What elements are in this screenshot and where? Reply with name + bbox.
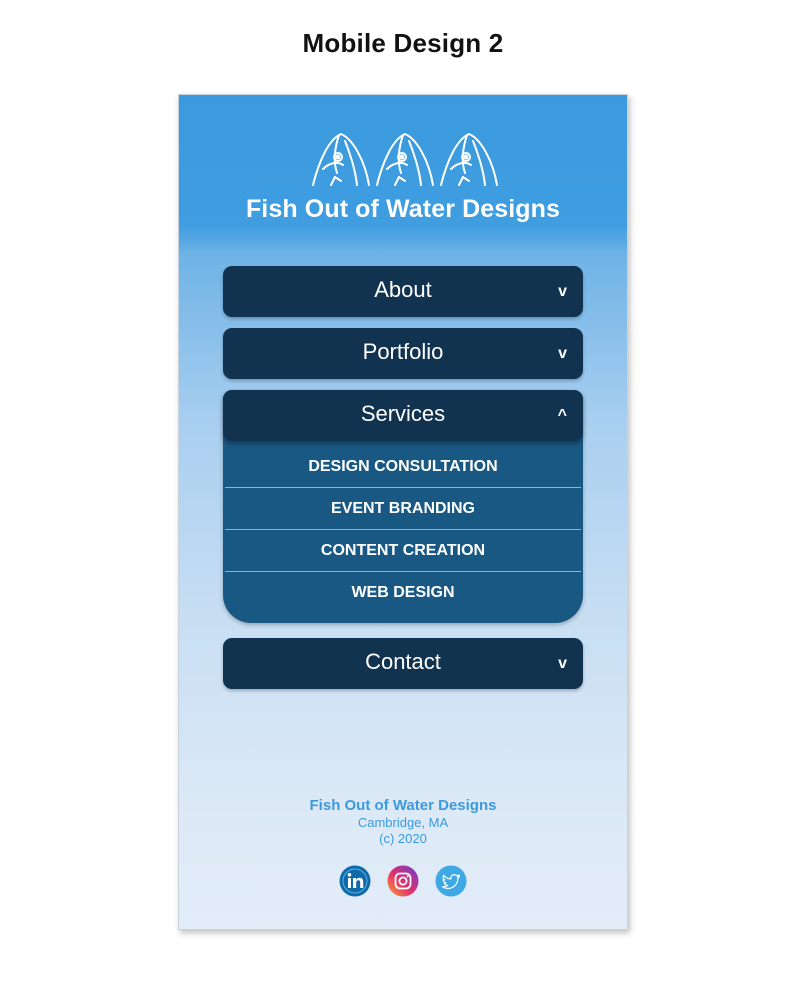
social-links bbox=[179, 865, 627, 897]
nav-contact[interactable]: Contact v bbox=[223, 638, 583, 689]
footer-location: Cambridge, MA bbox=[357, 815, 449, 830]
brand-title: Fish Out of Water Designs bbox=[245, 195, 561, 223]
nav-services: Services ^ DESIGN CONSULTATION EVENT BRA… bbox=[223, 390, 583, 623]
nav-contact-header[interactable]: Contact v bbox=[223, 638, 583, 689]
footer-copyright: (c) 2020 bbox=[379, 831, 427, 846]
chevron-down-icon: v bbox=[558, 655, 567, 672]
nav-portfolio-header[interactable]: Portfolio v bbox=[223, 328, 583, 379]
chevron-down-icon: v bbox=[558, 345, 567, 362]
services-submenu: DESIGN CONSULTATION EVENT BRANDING CONTE… bbox=[223, 446, 583, 613]
chevron-up-icon: ^ bbox=[557, 407, 567, 424]
nav-about[interactable]: About v bbox=[223, 266, 583, 317]
nav-about-header[interactable]: About v bbox=[223, 266, 583, 317]
nav-services-label: Services bbox=[360, 401, 446, 426]
nav-portfolio[interactable]: Portfolio v bbox=[223, 328, 583, 379]
linkedin-icon[interactable] bbox=[339, 865, 371, 897]
page-title: Mobile Design 2 bbox=[302, 28, 504, 58]
twitter-icon[interactable] bbox=[435, 865, 467, 897]
submenu-item-content-creation[interactable]: CONTENT CREATION bbox=[225, 530, 581, 572]
mobile-screen: Fish Out of Water Designs About v Portfo… bbox=[178, 94, 628, 930]
submenu-item-web-design[interactable]: WEB DESIGN bbox=[225, 572, 581, 613]
nav-portfolio-label: Portfolio bbox=[362, 339, 444, 364]
three-fish-logo-icon bbox=[312, 133, 498, 186]
chevron-down-icon: v bbox=[558, 283, 567, 300]
footer-company-name: Fish Out of Water Designs bbox=[309, 797, 497, 814]
instagram-icon[interactable] bbox=[387, 865, 419, 897]
submenu-item-event-branding[interactable]: EVENT BRANDING bbox=[225, 488, 581, 530]
submenu-item-design-consultation[interactable]: DESIGN CONSULTATION bbox=[225, 446, 581, 488]
nav-contact-label: Contact bbox=[365, 649, 441, 674]
nav-services-header[interactable]: Services ^ bbox=[223, 390, 583, 441]
nav-about-label: About bbox=[374, 277, 432, 302]
footer: Fish Out of Water Designs Cambridge, MA … bbox=[179, 797, 627, 847]
